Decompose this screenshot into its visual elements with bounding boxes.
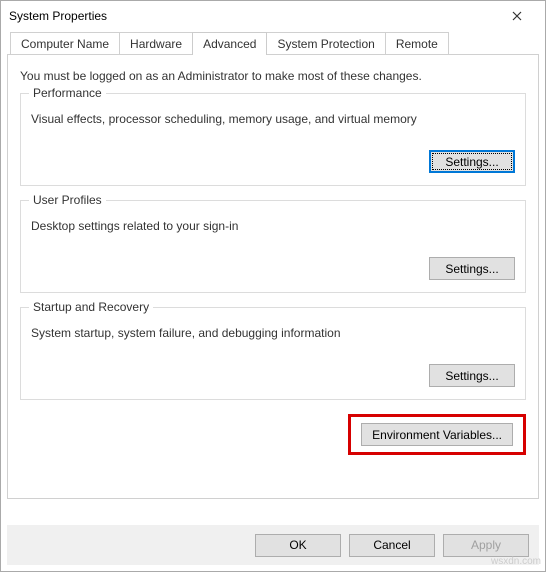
- performance-legend: Performance: [29, 86, 106, 100]
- admin-notice: You must be logged on as an Administrato…: [20, 69, 526, 83]
- startup-recovery-group: Startup and Recovery System startup, sys…: [20, 307, 526, 400]
- advanced-panel: You must be logged on as an Administrato…: [7, 54, 539, 499]
- dialog-body: Computer Name Hardware Advanced System P…: [7, 31, 539, 521]
- tab-system-protection[interactable]: System Protection: [266, 32, 385, 55]
- tab-hardware[interactable]: Hardware: [119, 32, 193, 55]
- startup-recovery-button-row: Settings...: [31, 364, 515, 387]
- user-profiles-desc: Desktop settings related to your sign-in: [31, 219, 515, 233]
- tab-advanced[interactable]: Advanced: [192, 32, 267, 55]
- performance-settings-button[interactable]: Settings...: [429, 150, 515, 173]
- startup-recovery-desc: System startup, system failure, and debu…: [31, 326, 515, 340]
- watermark: wsxdn.com: [491, 556, 541, 567]
- tab-remote[interactable]: Remote: [385, 32, 449, 55]
- cancel-button[interactable]: Cancel: [349, 534, 435, 557]
- tab-bar: Computer Name Hardware Advanced System P…: [7, 31, 539, 54]
- performance-button-row: Settings...: [31, 150, 515, 173]
- dialog-footer: OK Cancel Apply: [7, 525, 539, 565]
- ok-button[interactable]: OK: [255, 534, 341, 557]
- window-title: System Properties: [9, 9, 107, 23]
- env-vars-row: Environment Variables...: [20, 414, 526, 455]
- user-profiles-legend: User Profiles: [29, 193, 106, 207]
- performance-desc: Visual effects, processor scheduling, me…: [31, 112, 515, 126]
- close-button[interactable]: [497, 2, 537, 30]
- environment-variables-button[interactable]: Environment Variables...: [361, 423, 513, 446]
- startup-recovery-settings-button[interactable]: Settings...: [429, 364, 515, 387]
- user-profiles-settings-button[interactable]: Settings...: [429, 257, 515, 280]
- close-icon: [512, 11, 522, 21]
- system-properties-window: System Properties Computer Name Hardware…: [0, 0, 546, 572]
- env-vars-highlight: Environment Variables...: [348, 414, 526, 455]
- user-profiles-group: User Profiles Desktop settings related t…: [20, 200, 526, 293]
- user-profiles-button-row: Settings...: [31, 257, 515, 280]
- titlebar: System Properties: [1, 1, 545, 31]
- performance-group: Performance Visual effects, processor sc…: [20, 93, 526, 186]
- tab-computer-name[interactable]: Computer Name: [10, 32, 120, 55]
- startup-recovery-legend: Startup and Recovery: [29, 300, 153, 314]
- apply-button[interactable]: Apply: [443, 534, 529, 557]
